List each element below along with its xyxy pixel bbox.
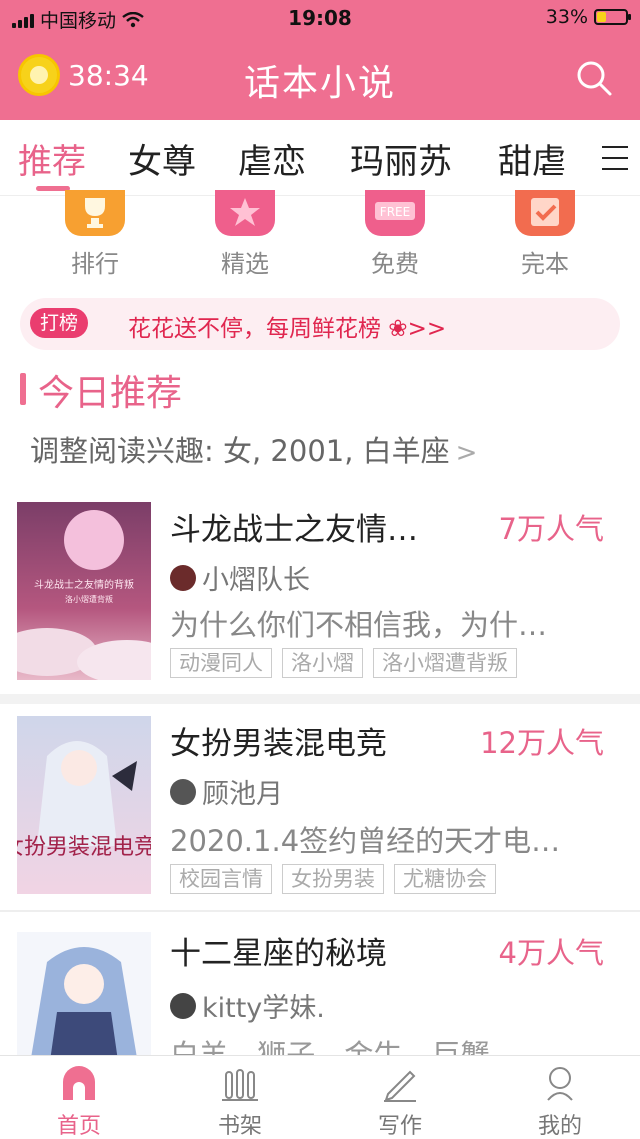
tab-recommend[interactable]: 推荐: [18, 134, 86, 183]
entry-completed[interactable]: 完本: [495, 190, 595, 279]
book-title[interactable]: 斗龙战士之友情…: [170, 504, 418, 549]
home-icon: [63, 1066, 95, 1100]
pen-icon: [384, 1070, 416, 1102]
tag[interactable]: 动漫同人: [170, 648, 272, 678]
entry-free-label: 免费: [371, 250, 419, 278]
adjust-interest-link[interactable]: 调整阅读兴趣: 女, 2001, 白羊座 >: [30, 428, 477, 470]
bottom-tab-bar: 首页 书架 写作 我的: [0, 1055, 640, 1139]
tag-list: 校园言情 女扮男装 尤糖协会: [170, 864, 496, 894]
book-desc: 为什么你们不相信我，为什…: [170, 608, 548, 642]
tab-angst[interactable]: 虐恋: [238, 134, 306, 183]
check-icon: [515, 190, 575, 236]
tag[interactable]: 女扮男装: [282, 864, 384, 894]
entry-free[interactable]: FREE 免费: [345, 190, 445, 279]
free-icon: FREE: [365, 190, 425, 236]
tab-home[interactable]: 首页: [24, 1064, 134, 1139]
avatar: [170, 778, 196, 805]
status-bar: 中国移动 19:08 33%: [0, 0, 640, 36]
tab-mary-sue[interactable]: 玛丽苏: [350, 134, 452, 183]
avatar: [170, 564, 196, 591]
book-cover[interactable]: 斗龙战士之友情的背叛 洛小熠遭背叛: [17, 502, 151, 680]
author-name: 小熠队长: [202, 565, 310, 596]
app-title: 话本小说: [243, 63, 396, 104]
popularity: 4万人气: [498, 936, 604, 970]
section-title: 今日推荐: [38, 373, 183, 414]
avatar: [170, 992, 196, 1019]
divider: [0, 694, 640, 704]
tab-home-label: 首页: [56, 1114, 101, 1139]
tag[interactable]: 洛小熠: [282, 648, 363, 678]
entry-ranking[interactable]: 排行: [45, 190, 145, 279]
free-badge-text: FREE: [380, 205, 410, 219]
tag[interactable]: 洛小熠遭背叛: [373, 648, 517, 678]
quick-entries: 排行 精选 FREE 免费 完本: [0, 190, 640, 292]
tab-sweet-angst[interactable]: 甜虐: [498, 134, 566, 183]
divider: [0, 910, 640, 912]
entry-featured-label: 精选: [221, 250, 269, 278]
cover-subtitle: 洛小熠遭背叛: [65, 594, 113, 604]
profile-icon: [547, 1067, 573, 1101]
popularity: 7万人气: [498, 512, 604, 546]
tag[interactable]: 校园言情: [170, 864, 272, 894]
book-desc: 白羊 狮子 金牛 巨蟹: [170, 1038, 490, 1055]
book-title[interactable]: 十二星座的秘境: [170, 928, 387, 973]
battery-percent: 33%: [545, 6, 588, 28]
cover-title: 斗龙战士之友情的背叛: [34, 578, 134, 591]
tag-list: 动漫同人 洛小熠 洛小熠遭背叛: [170, 648, 517, 678]
tab-bookshelf-label: 书架: [217, 1114, 262, 1139]
top-bar: 中国移动 19:08 33% 38:34 话本小说: [0, 0, 640, 120]
interest-text: 调整阅读兴趣: 女, 2001, 白羊座: [30, 434, 450, 468]
book-cover[interactable]: 女扮男装混电竞: [17, 716, 151, 894]
clock: 19:08: [288, 6, 352, 30]
search-icon[interactable]: [574, 58, 614, 98]
banner-text: 花花送不停，每周鲜花榜 ❀>>: [128, 316, 447, 342]
author-name: kitty学妹.: [202, 993, 325, 1024]
trophy-icon: [65, 190, 125, 236]
book-card[interactable]: 十二星座的秘境 4万人气 kitty学妹. 白羊 狮子 金牛 巨蟹: [0, 914, 640, 1055]
tab-profile-label: 我的: [537, 1114, 582, 1139]
tab-female-lead[interactable]: 女尊: [128, 134, 196, 183]
author-row[interactable]: kitty学妹.: [170, 986, 325, 1025]
author-name: 顾池月: [202, 779, 283, 810]
section-accent-bar: [20, 373, 26, 405]
battery-icon: [594, 9, 631, 25]
author-row[interactable]: 小熠队长: [170, 558, 310, 597]
book-card[interactable]: 女扮男装混电竞 女扮男装混电竞 12万人气 顾池月 2020.1.4签约曾经的天…: [0, 704, 640, 908]
entry-ranking-label: 排行: [71, 250, 119, 278]
app-header: 38:34 话本小说: [0, 40, 640, 116]
tab-write[interactable]: 写作: [345, 1064, 455, 1139]
book-desc: 2020.1.4签约曾经的天才电…: [170, 824, 561, 858]
entry-completed-label: 完本: [521, 250, 569, 278]
banner-tag: 打榜: [30, 308, 89, 338]
author-row[interactable]: 顾池月: [170, 772, 283, 811]
tab-profile[interactable]: 我的: [505, 1064, 615, 1139]
chevron-right-icon: >: [455, 438, 478, 468]
category-tabs: 推荐 女尊 虐恋 玛丽苏 甜虐: [0, 120, 640, 196]
menu-icon[interactable]: [602, 146, 628, 170]
book-card[interactable]: 斗龙战士之友情的背叛 洛小熠遭背叛 斗龙战士之友情… 7万人气 小熠队长 为什么…: [0, 500, 640, 690]
entry-featured[interactable]: 精选: [195, 190, 295, 279]
tab-write-label: 写作: [377, 1114, 422, 1139]
star-icon: [215, 190, 275, 236]
tag[interactable]: 尤糖协会: [394, 864, 496, 894]
cover-title: 女扮男装混电竞: [17, 835, 151, 860]
bookshelf-icon: [222, 1069, 258, 1101]
book-cover[interactable]: [17, 932, 151, 1055]
book-title[interactable]: 女扮男装混电竞: [170, 718, 387, 763]
flower-ranking-banner[interactable]: 打榜 花花送不停，每周鲜花榜 ❀>>: [20, 298, 620, 350]
tab-bookshelf[interactable]: 书架: [185, 1064, 295, 1139]
popularity: 12万人气: [480, 726, 604, 760]
